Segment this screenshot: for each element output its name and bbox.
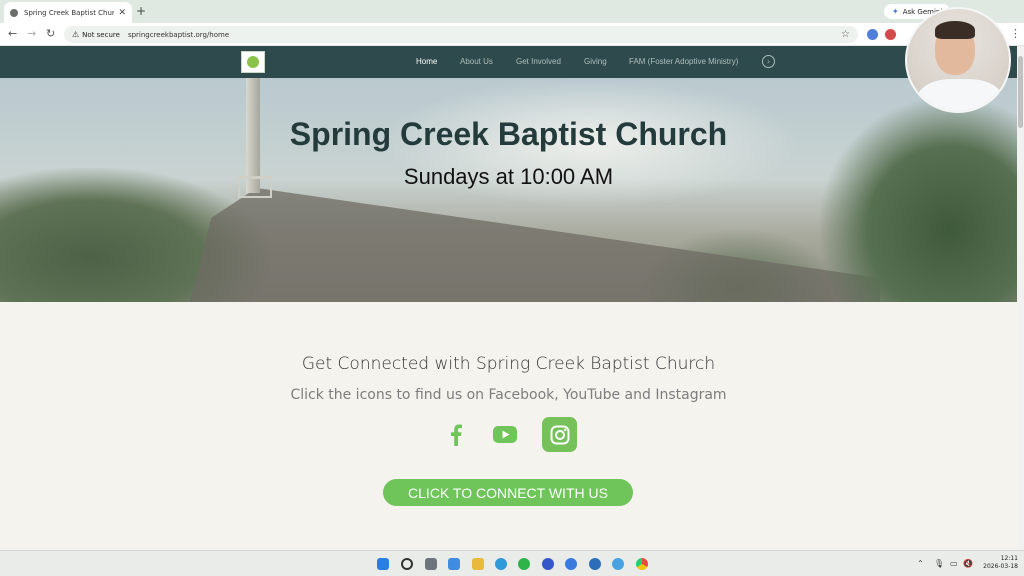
- scrollbar-thumb[interactable]: [1018, 56, 1023, 128]
- hero-subtitle: Sundays at 10:00 AM: [403, 164, 614, 189]
- instagram-icon[interactable]: [542, 417, 577, 452]
- browser-toolbar: ← → ↻ ⚠ Not secure springcreekbaptist.or…: [0, 23, 1024, 46]
- extension-icon[interactable]: [885, 29, 896, 40]
- church-logo[interactable]: [241, 51, 265, 73]
- calculator-icon[interactable]: [425, 558, 437, 570]
- system-clock[interactable]: 12:11 2026-03-18: [978, 555, 1018, 571]
- browser-tab[interactable]: Spring Creek Baptist Church | H ✕: [4, 2, 132, 23]
- nav-item-about-us[interactable]: About Us: [460, 57, 493, 66]
- address-bar[interactable]: ⚠ Not secure springcreekbaptist.org/home…: [64, 26, 858, 43]
- hero-banner: Spring Creek Baptist Church Sundays at 1…: [0, 78, 1017, 302]
- warning-icon[interactable]: ⚠: [72, 30, 79, 39]
- security-label[interactable]: Not secure: [82, 31, 120, 39]
- extension-icon[interactable]: [867, 29, 878, 40]
- arrow-left-icon[interactable]: ←: [8, 27, 17, 40]
- hero-title: Spring Creek Baptist Church: [289, 116, 728, 152]
- windows-start-icon[interactable]: [377, 558, 389, 570]
- volume-mute-icon[interactable]: 🔇: [963, 559, 973, 568]
- chevron-up-icon[interactable]: ⌃: [917, 559, 924, 568]
- clock-date: 2026-03-18: [983, 563, 1018, 570]
- chrome-icon[interactable]: [636, 558, 648, 570]
- webcam-overlay: [905, 7, 1011, 113]
- connect-cta-button[interactable]: CLICK TO CONNECT WITH US: [383, 479, 633, 506]
- app-icon[interactable]: [612, 558, 624, 570]
- nav-item-giving[interactable]: Giving: [584, 57, 607, 66]
- browser-tab-title: Spring Creek Baptist Church | H: [24, 8, 115, 17]
- windows-taskbar: ⌃ 🎙 ▭ 🔇 12:11 2026-03-18: [0, 550, 1024, 576]
- clock-time: 12:11: [1000, 555, 1018, 562]
- connect-subheading: Click the icons to find us on Facebook, …: [290, 387, 727, 403]
- folder-icon[interactable]: [472, 558, 484, 570]
- youtube-icon[interactable]: [487, 417, 522, 452]
- weather-icon[interactable]: [448, 558, 460, 570]
- close-tab-icon[interactable]: ✕: [118, 8, 126, 18]
- reload-icon[interactable]: ↻: [46, 27, 55, 40]
- tree-logo-icon: [247, 56, 259, 68]
- gemini-icon: ✦: [892, 7, 899, 16]
- search-icon[interactable]: [401, 558, 413, 570]
- connect-heading: Get Connected with Spring Creek Baptist …: [301, 354, 716, 374]
- arrow-right-icon[interactable]: →: [27, 27, 36, 40]
- star-icon[interactable]: ☆: [841, 29, 850, 40]
- webcam-person: [917, 79, 1003, 111]
- microphone-icon[interactable]: 🎙: [934, 559, 944, 568]
- app-icon[interactable]: [542, 558, 554, 570]
- whatsapp-icon[interactable]: [518, 558, 530, 570]
- network-icon[interactable]: ▭: [950, 559, 958, 568]
- new-tab-button[interactable]: +: [136, 4, 146, 18]
- globe-icon: [10, 8, 18, 17]
- nav-item-get-involved[interactable]: Get Involved: [516, 57, 561, 66]
- url-text[interactable]: springcreekbaptist.org/home: [128, 31, 229, 39]
- kebab-menu-icon[interactable]: ⋮: [1010, 27, 1021, 40]
- site-navigation: Home About Us Get Involved Giving FAM (F…: [0, 46, 1017, 78]
- browser-tab-bar: Spring Creek Baptist Church | H ✕ + ✦ As…: [0, 0, 1024, 23]
- nav-item-fam[interactable]: FAM (Foster Adoptive Ministry): [629, 57, 738, 66]
- telegram-icon[interactable]: [495, 558, 507, 570]
- nav-item-home[interactable]: Home: [416, 57, 437, 66]
- app-icon[interactable]: [565, 558, 577, 570]
- nav-more-icon[interactable]: ›: [762, 55, 775, 68]
- password-manager-icon[interactable]: [589, 558, 601, 570]
- facebook-icon[interactable]: [438, 417, 473, 452]
- webcam-person: [935, 21, 975, 39]
